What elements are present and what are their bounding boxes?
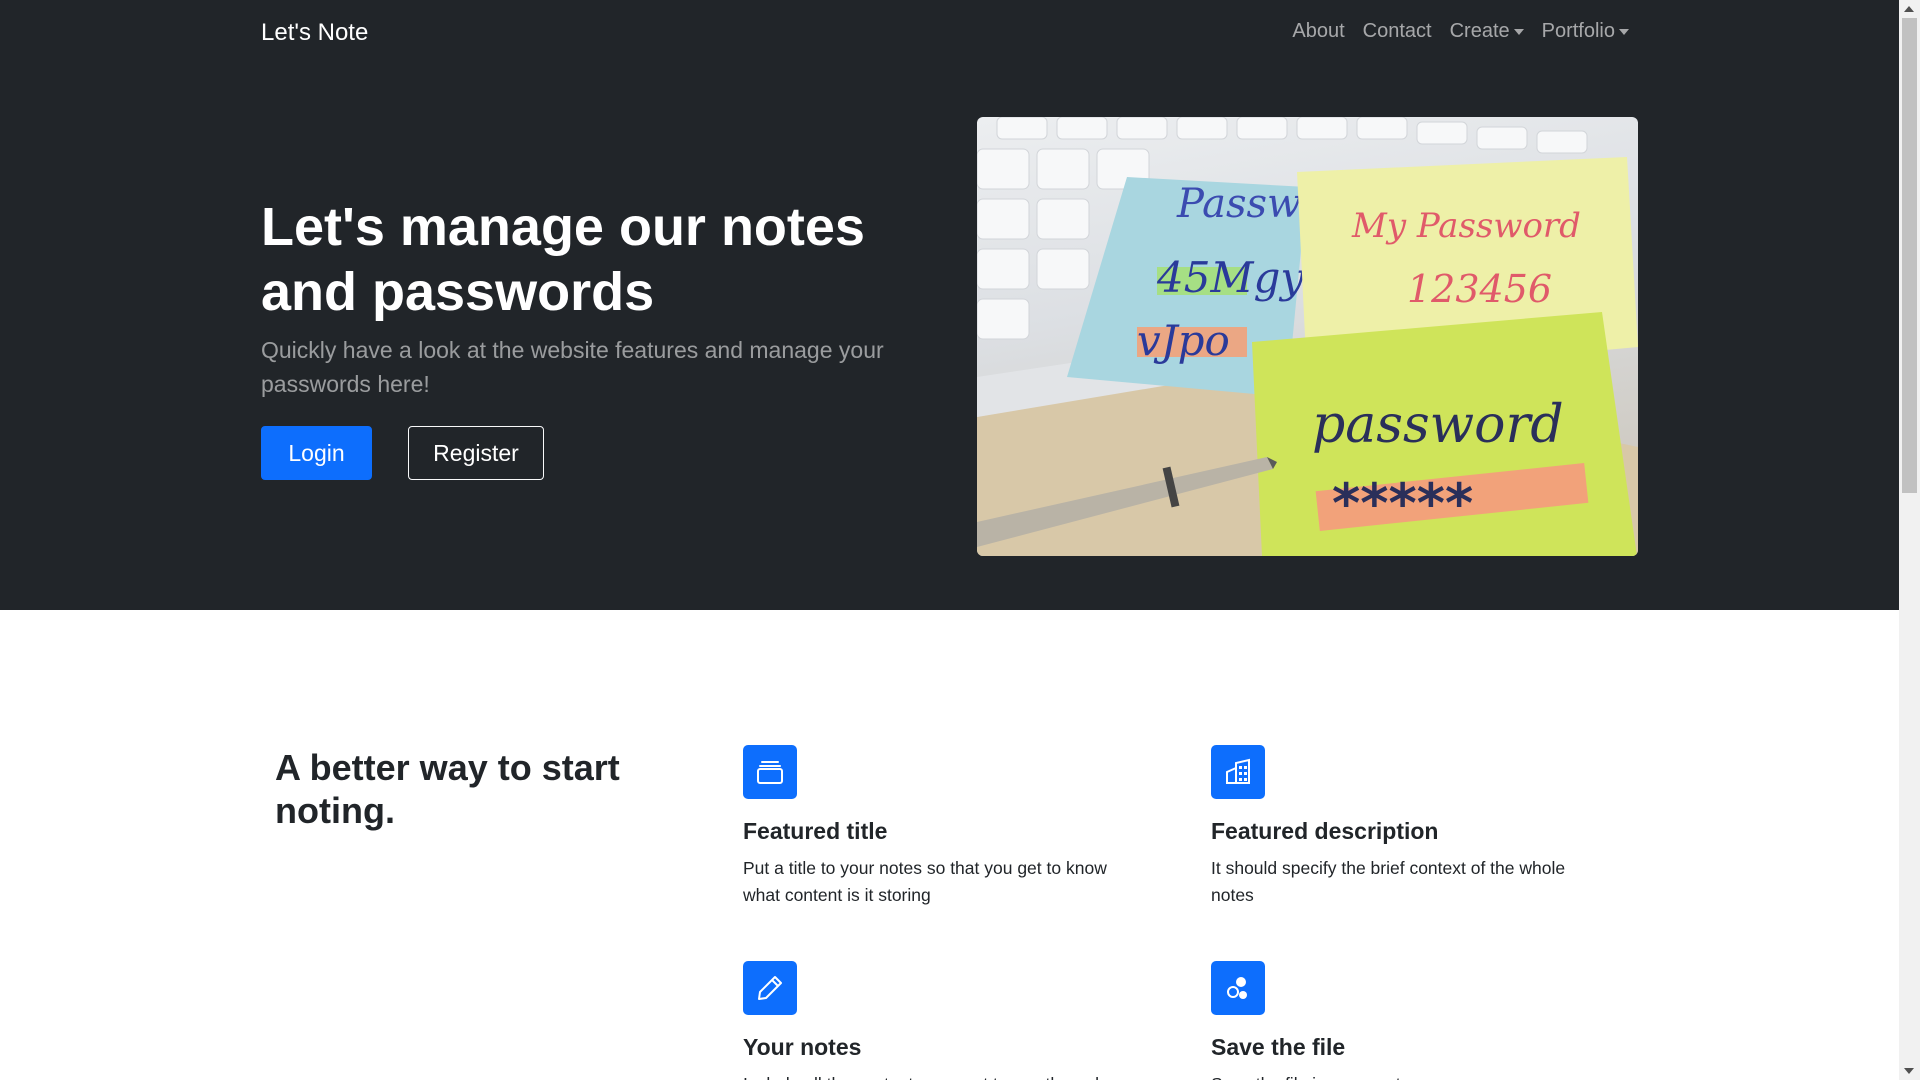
register-button[interactable]: Register [408, 426, 544, 480]
collection-icon [743, 745, 797, 799]
note-text: ***** [1332, 472, 1473, 535]
scroll-up-arrow-icon[interactable] [1904, 6, 1914, 12]
nav-links: About Contact Create Portfolio [1292, 20, 1629, 43]
hero-lead: Quickly have a look at the website featu… [261, 337, 884, 397]
feature-card: Save the file Save the file in your syst… [1211, 961, 1611, 1080]
note-text: vJpo [1137, 316, 1230, 365]
nav-create-label: Create [1449, 20, 1510, 42]
nav-portfolio-label: Portfolio [1541, 20, 1615, 42]
feature-title: Featured title [743, 818, 888, 844]
feature-text: It should specify the brief context of t… [1211, 858, 1566, 905]
note-text: 45Mgy [1156, 253, 1305, 302]
page: Let's Note About Contact Create Portfoli… [0, 0, 1899, 1080]
pencil-icon [743, 961, 797, 1015]
features-heading: A better way to start noting. [275, 747, 620, 831]
vertical-scrollbar[interactable] [1899, 0, 1920, 1080]
brand-link[interactable]: Let's Note [261, 19, 368, 47]
features-section: A better way to start noting. Featured t… [0, 610, 1899, 1080]
note-text: 123456 [1407, 267, 1552, 311]
feature-text: Put a title to your notes so that you ge… [743, 858, 1107, 905]
nav-create-dropdown[interactable]: Create [1450, 20, 1524, 43]
feature-title: Save the file [1211, 1034, 1346, 1060]
sticky-notes-illustration: Passwo 45Mgy vJpo My Password 123456 pas… [977, 117, 1638, 556]
building-icon [1211, 745, 1265, 799]
feature-title: Featured description [1211, 818, 1439, 844]
scrollbar-thumb[interactable] [1902, 18, 1917, 493]
nav-contact-link[interactable]: Contact [1363, 20, 1432, 43]
caret-down-icon [1513, 28, 1524, 35]
share-icon [1211, 961, 1265, 1015]
feature-text: Save the file in your system... [1211, 1071, 1611, 1080]
hero-image: Passwo 45Mgy vJpo My Password 123456 pas… [977, 117, 1638, 556]
feature-card: Featured description It should specify t… [1211, 745, 1611, 909]
login-button[interactable]: Login [261, 426, 372, 480]
hero-section: Let's Note About Contact Create Portfoli… [0, 0, 1899, 610]
note-text: password [1312, 395, 1564, 455]
feature-title: Your notes [743, 1034, 862, 1060]
feature-card: Featured title Put a title to your notes… [743, 745, 1143, 909]
nav-about-link[interactable]: About [1292, 20, 1344, 43]
nav-portfolio-dropdown[interactable]: Portfolio [1542, 20, 1629, 43]
feature-text: Include all the content you want to see … [743, 1071, 1143, 1080]
hero-title: Let's manage our notes and passwords [261, 197, 865, 322]
scroll-down-arrow-icon[interactable] [1904, 1068, 1914, 1074]
note-text: My Password [1351, 206, 1581, 246]
feature-card: Your notes Include all the content you w… [743, 961, 1143, 1080]
navbar: Let's Note About Contact Create Portfoli… [0, 0, 1899, 64]
caret-down-icon [1619, 28, 1629, 35]
